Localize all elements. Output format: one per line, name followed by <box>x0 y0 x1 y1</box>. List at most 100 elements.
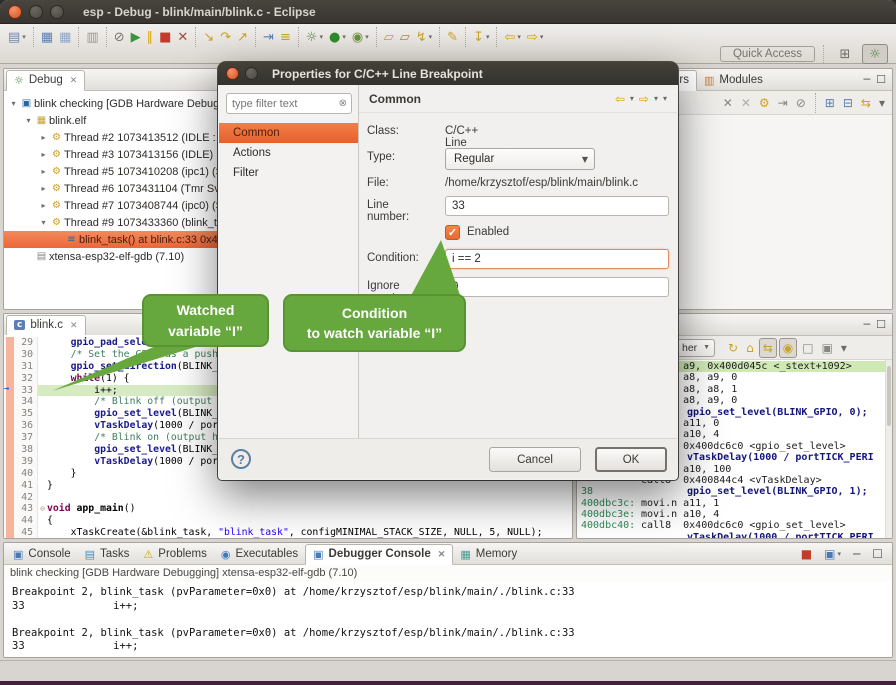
display-selected-console-icon[interactable]: ▣▾ <box>821 544 844 564</box>
instruction-stepping-button[interactable]: ⇥ <box>260 25 277 49</box>
debug-button[interactable]: ☼▾ <box>303 25 326 49</box>
tab-blink-c[interactable]: c blink.c ✕ <box>6 315 86 336</box>
collapsed-icon[interactable]: ▸ <box>38 201 49 210</box>
import-icon[interactable]: ⇥ <box>775 93 791 113</box>
disassembly-scrollbar[interactable] <box>885 360 892 538</box>
quick-access-button[interactable]: Quick Access <box>720 46 815 62</box>
breakpoint-current-line-icon[interactable]: → <box>4 384 9 396</box>
collapsed-icon[interactable]: ▸ <box>38 167 49 176</box>
forward-icon[interactable]: ⇨ <box>639 92 649 106</box>
binary-file-button[interactable]: ▥ <box>83 25 101 49</box>
disable-icon[interactable]: ⊘ <box>793 93 809 113</box>
tab-memory[interactable]: ▦Memory <box>453 544 524 565</box>
back-button-dropdown[interactable]: ▾ <box>517 33 521 41</box>
help-button[interactable]: ? <box>231 449 251 469</box>
new-wizard-button[interactable]: ▤▾ <box>5 25 29 49</box>
debug-perspective-button[interactable]: ☼ <box>862 44 888 64</box>
expanded-icon[interactable]: ▾ <box>8 99 19 108</box>
close-tab-icon[interactable]: ✕ <box>438 549 446 560</box>
save-button[interactable]: ▦ <box>38 25 56 49</box>
resume-button[interactable]: ▶ <box>128 25 144 49</box>
open-project-button[interactable]: ▱ <box>381 25 397 49</box>
tab-debug-close-icon[interactable]: ✕ <box>70 75 78 86</box>
drop-to-frame-button[interactable]: ≡ <box>277 25 294 49</box>
step-return-button[interactable]: ↗ <box>234 25 251 49</box>
collapse-all-icon[interactable]: ⊟ <box>840 93 856 113</box>
tab-modules[interactable]: ▥Modules <box>697 70 770 91</box>
window-minimize-button[interactable] <box>29 5 43 19</box>
collapsed-icon[interactable]: ▸ <box>38 133 49 142</box>
line-number-field[interactable] <box>445 196 669 216</box>
suspend-button[interactable]: ∥ <box>144 25 157 49</box>
open-new-view-icon[interactable]: □ <box>799 338 816 358</box>
layout-icon[interactable]: ⚙ <box>756 93 773 113</box>
step-over-button[interactable]: ↷ <box>217 25 234 49</box>
open-resource-button[interactable]: ▱ <box>397 25 413 49</box>
flash-button-dropdown[interactable]: ▾ <box>429 33 433 41</box>
disconnect-button[interactable]: ✕ <box>174 25 191 49</box>
run-button[interactable]: ●▾ <box>326 25 349 49</box>
window-maximize-button[interactable] <box>50 5 64 19</box>
display-selected-console-icon-dropdown[interactable]: ▾ <box>837 550 841 558</box>
back-menu-chevron[interactable]: ▾ <box>630 94 634 103</box>
view-menu-chevron[interactable]: ▾ <box>876 93 888 113</box>
track-expression-toggle[interactable]: ◉ <box>779 338 797 358</box>
condition-field[interactable] <box>445 249 669 269</box>
minimize-icon[interactable]: ─ <box>850 544 863 564</box>
remove-selected-icon[interactable]: ✕ <box>720 93 736 113</box>
ok-button[interactable]: OK <box>595 447 667 472</box>
maximize-icon[interactable]: ☐ <box>869 544 886 564</box>
step-into-button[interactable]: ↘ <box>200 25 217 49</box>
run-button-dropdown[interactable]: ▾ <box>342 33 346 41</box>
window-close-button[interactable] <box>8 5 22 19</box>
nav-actions[interactable]: Actions <box>219 143 358 163</box>
tab-executables[interactable]: ◉Executables <box>214 544 305 565</box>
pin-view-icon[interactable]: ▣ <box>819 338 836 358</box>
minimize-icon[interactable]: ─ <box>864 318 871 331</box>
profile-button-dropdown[interactable]: ▾ <box>365 33 369 41</box>
switch-layout-icon[interactable]: ⇆ <box>858 93 874 113</box>
tab-debug[interactable]: ☼ Debug ✕ <box>6 70 85 91</box>
tab-console[interactable]: ▣Console <box>6 544 78 565</box>
skip-all-breakpoints-button[interactable]: ⊘ <box>111 25 128 49</box>
tab-tasks[interactable]: ▤Tasks <box>78 544 137 565</box>
enabled-checkbox[interactable]: ✓ <box>445 225 460 240</box>
dialog-window-button[interactable] <box>245 67 258 80</box>
forward-button-dropdown[interactable]: ▾ <box>540 33 544 41</box>
ignore-count-field[interactable] <box>445 277 669 297</box>
new-wizard-button-dropdown[interactable]: ▾ <box>22 33 26 41</box>
collapsed-icon[interactable]: ▸ <box>38 150 49 159</box>
open-perspective-button[interactable]: ⊞ <box>832 44 858 64</box>
console-output[interactable]: Breakpoint 2, blink_task (pvParameter=0x… <box>4 583 892 657</box>
tab-blink-c-close-icon[interactable]: ✕ <box>70 320 78 331</box>
remove-all-icon[interactable]: ✕ <box>738 93 754 113</box>
back-icon[interactable]: ⇦ <box>615 92 625 106</box>
forward-button[interactable]: ⇨▾ <box>524 25 546 49</box>
tab-problems[interactable]: ⚠Problems <box>136 544 213 565</box>
terminate-button[interactable]: ■ <box>156 25 174 49</box>
view-menu-chevron[interactable]: ▾ <box>663 94 667 103</box>
expanded-icon[interactable]: ▾ <box>23 116 34 125</box>
refresh-icon[interactable]: ↻ <box>725 338 741 358</box>
last-edit-location-button-dropdown[interactable]: ▾ <box>486 33 490 41</box>
maximize-icon[interactable]: ☐ <box>876 318 886 331</box>
cancel-button[interactable]: Cancel <box>489 447 581 472</box>
profile-button[interactable]: ◉▾ <box>349 25 372 49</box>
flash-button[interactable]: ↯▾ <box>413 25 435 49</box>
dialog-close-button[interactable] <box>226 67 239 80</box>
tab-debugger-console[interactable]: ▣Debugger Console✕ <box>305 544 453 565</box>
back-button[interactable]: ⇦▾ <box>501 25 523 49</box>
mark-occurrences-button[interactable]: ✎ <box>444 25 461 49</box>
save-all-button[interactable]: ▦ <box>56 25 74 49</box>
home-icon[interactable]: ⌂ <box>743 338 757 358</box>
forward-menu-chevron[interactable]: ▾ <box>654 94 658 103</box>
sync-pc-toggle[interactable]: ⇆ <box>759 338 777 358</box>
filter-input[interactable] <box>227 98 327 110</box>
maximize-icon[interactable]: ☐ <box>876 73 886 86</box>
expanded-icon[interactable]: ▾ <box>38 218 49 227</box>
nav-common[interactable]: Common <box>219 123 358 143</box>
terminate-console-icon[interactable]: ■ <box>798 544 815 564</box>
expand-all-icon[interactable]: ⊞ <box>822 93 838 113</box>
last-edit-location-button[interactable]: ↧▾ <box>470 25 492 49</box>
clear-filter-icon[interactable]: ⊗ <box>339 98 351 109</box>
